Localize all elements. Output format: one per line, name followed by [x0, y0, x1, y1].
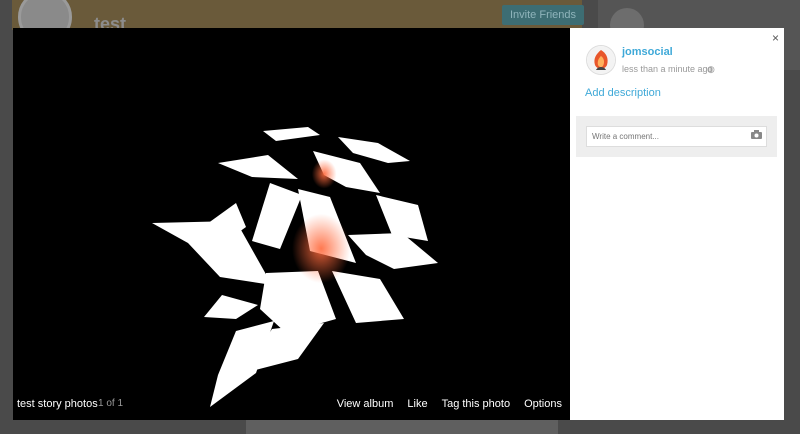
- photo-side-panel: × jomsocial less than a minute ago ◍ Add…: [570, 28, 784, 420]
- comment-box: [576, 116, 777, 157]
- photo-actions: View album Like Tag this photo Options: [337, 398, 562, 410]
- author-avatar[interactable]: [587, 46, 615, 74]
- view-album-link[interactable]: View album: [337, 398, 394, 410]
- add-description-link[interactable]: Add description: [585, 87, 661, 99]
- post-time: less than a minute ago: [622, 64, 713, 74]
- comment-input[interactable]: [586, 126, 767, 147]
- background-content: [246, 420, 558, 434]
- photo-footer: test story photos 1 of 1 View album Like…: [13, 394, 570, 414]
- invite-friends-button[interactable]: Invite Friends: [502, 5, 585, 25]
- photo-counter: 1 of 1: [98, 398, 124, 409]
- album-title: test story photos: [17, 398, 98, 410]
- options-link[interactable]: Options: [524, 398, 562, 410]
- author-name[interactable]: jomsocial: [622, 46, 673, 58]
- close-icon[interactable]: ×: [772, 31, 779, 45]
- like-link[interactable]: Like: [407, 398, 427, 410]
- avatar-image: [587, 46, 615, 74]
- photo-viewer: test story photos 1 of 1 View album Like…: [13, 28, 570, 420]
- tag-photo-link[interactable]: Tag this photo: [442, 398, 511, 410]
- camera-icon[interactable]: [751, 130, 763, 140]
- globe-icon[interactable]: ◍: [707, 64, 715, 75]
- photo-image: [152, 127, 438, 407]
